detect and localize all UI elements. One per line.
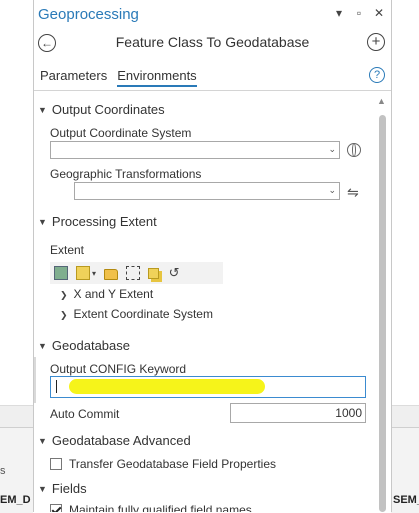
chevron-down-icon: ▼ — [38, 216, 47, 227]
maintain-qualified-names-checkbox[interactable] — [50, 504, 62, 512]
output-coordinate-system-dropdown[interactable]: ⌄ — [50, 141, 340, 159]
background-left-panel: s EM_D — [0, 0, 33, 513]
chevron-down-icon: ▼ — [38, 340, 47, 351]
chevron-right-icon: ❯ — [60, 290, 68, 300]
section-title: Processing Extent — [51, 214, 157, 229]
chevron-down-icon[interactable]: ▾ — [92, 269, 96, 278]
tree-item-extent-coordinate-system[interactable]: ❯ Extent Coordinate System — [60, 307, 213, 321]
auto-commit-label: Auto Commit — [50, 407, 120, 421]
transfer-field-properties-checkbox[interactable] — [50, 458, 62, 470]
scroll-up-arrow-icon[interactable]: ▲ — [377, 96, 386, 106]
auto-commit-input[interactable]: 1000 — [230, 403, 366, 423]
chevron-down-icon: ▼ — [38, 435, 47, 446]
section-output-coordinates[interactable]: ▼ Output Coordinates — [38, 102, 165, 117]
extent-label: Extent — [50, 243, 85, 257]
chevron-right-icon: ❯ — [60, 310, 68, 320]
globe-icon[interactable] — [347, 143, 361, 157]
section-title: Geodatabase Advanced — [51, 433, 191, 448]
layers-extent-icon[interactable] — [148, 267, 160, 279]
vertical-scrollbar[interactable] — [379, 115, 386, 512]
checkbox-label: Maintain fully qualified field names — [69, 503, 252, 512]
section-geodatabase[interactable]: ▼ Geodatabase — [38, 338, 130, 353]
maintain-qualified-names-row[interactable]: Maintain fully qualified field names — [50, 503, 252, 512]
close-icon[interactable]: ✕ — [373, 6, 385, 20]
chevron-down-icon: ▼ — [38, 483, 47, 494]
section-title: Geodatabase — [51, 338, 130, 353]
section-fields[interactable]: ▼ Fields — [38, 481, 87, 496]
background-column-text: SEM_ — [393, 494, 419, 506]
geographic-transformations-label: Geographic Transformations — [50, 167, 202, 181]
output-coordinate-system-label: Output Coordinate System — [50, 126, 192, 140]
section-title: Output Coordinates — [51, 102, 165, 117]
background-strip — [391, 405, 419, 428]
output-config-keyword-input[interactable] — [50, 376, 366, 398]
chevron-down-icon: ⌄ — [328, 144, 336, 154]
output-config-keyword-label: Output CONFIG Keyword — [50, 362, 187, 376]
tree-item-label: X and Y Extent — [73, 287, 154, 301]
text-caret — [56, 380, 57, 393]
geographic-transformations-dropdown[interactable]: ⌄ — [74, 182, 340, 200]
background-text: s — [0, 465, 6, 477]
section-title: Fields — [51, 481, 87, 496]
active-parameter-indicator — [34, 357, 36, 403]
checkbox-label: Transfer Geodatabase Field Properties — [69, 457, 276, 471]
tree-item-xy-extent[interactable]: ❯ X and Y Extent — [60, 287, 153, 301]
reset-icon[interactable]: ↺ — [167, 266, 181, 280]
tree-item-label: Extent Coordinate System — [73, 307, 213, 321]
extent-toolbar: ▾ ↺ — [50, 262, 223, 284]
highlight-mark — [69, 379, 265, 394]
section-geodatabase-advanced[interactable]: ▼ Geodatabase Advanced — [38, 433, 191, 448]
transformation-icon[interactable]: ⇋ — [347, 184, 359, 201]
folder-icon[interactable] — [104, 268, 119, 280]
section-processing-extent[interactable]: ▼ Processing Extent — [38, 214, 157, 229]
geoprocessing-pane: Geoprocessing ▾ ▫ ✕ Feature Class To Geo… — [33, 0, 392, 512]
background-strip — [0, 405, 33, 428]
map-extent-icon[interactable] — [54, 266, 68, 280]
chevron-down-icon: ▼ — [38, 104, 47, 115]
selection-extent-icon[interactable] — [126, 266, 141, 280]
background-column-text: EM_D — [0, 494, 31, 506]
transfer-field-properties-row[interactable]: Transfer Geodatabase Field Properties — [50, 457, 276, 471]
chevron-down-icon: ⌄ — [328, 185, 336, 195]
environments-content: ▼ Output Coordinates Output Coordinate S… — [34, 0, 374, 512]
background-right-panel: SEM_ — [390, 0, 419, 513]
layer-extent-icon[interactable] — [76, 266, 90, 280]
